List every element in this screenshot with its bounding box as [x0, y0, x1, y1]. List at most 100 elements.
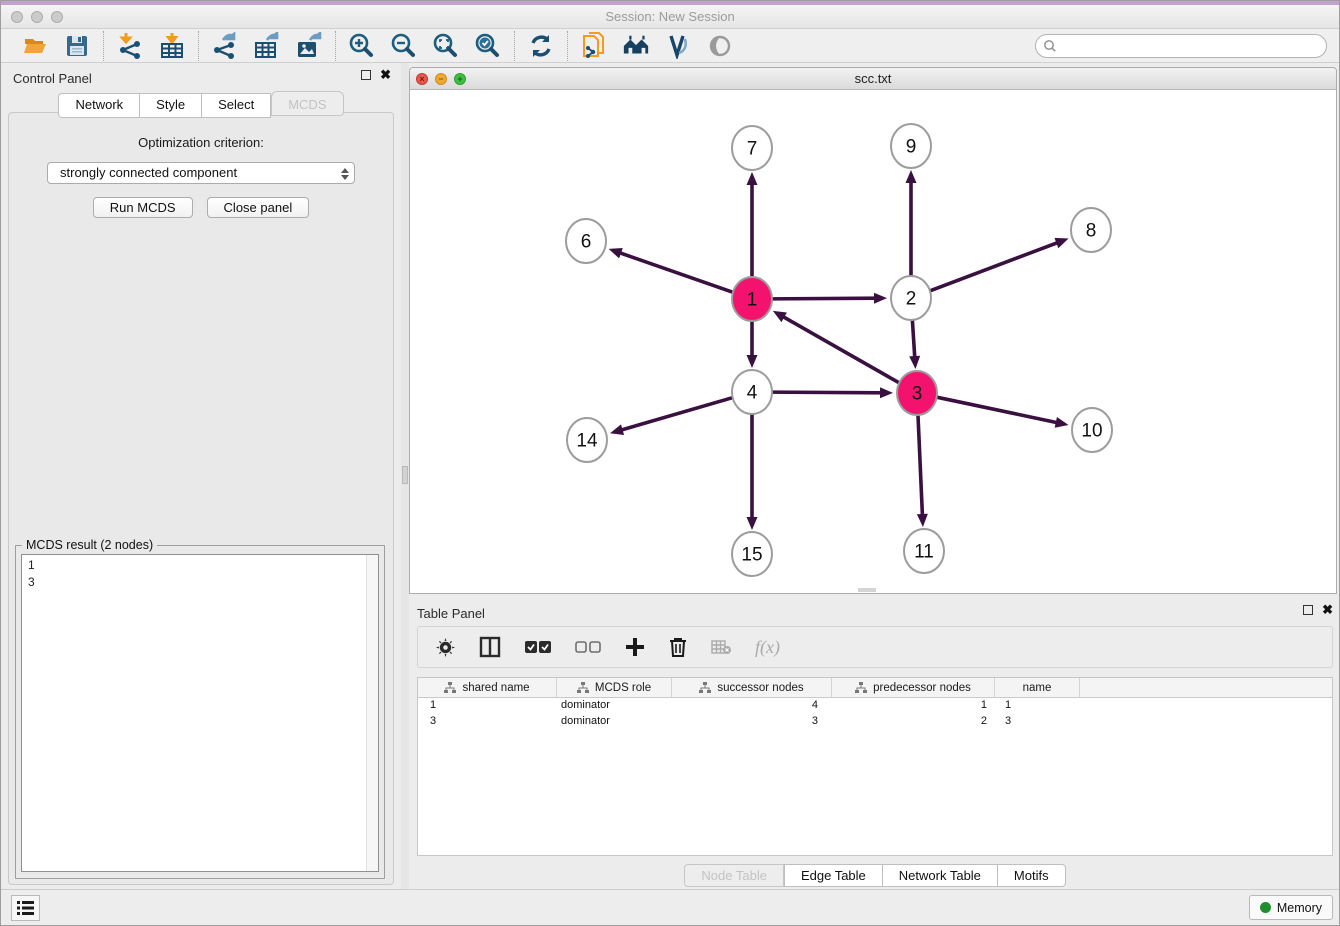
cytoscape-home-icon[interactable] — [622, 32, 650, 60]
tab-node-table[interactable]: Node Table — [684, 864, 784, 887]
split-view-icon[interactable] — [479, 636, 501, 658]
node-label-7: 7 — [747, 139, 758, 160]
network-canvas[interactable]: 7 9 6 8 1 2 4 3 14 10 15 11 — [410, 90, 1336, 593]
node-label-3: 3 — [912, 384, 923, 405]
session-title: Session: New Session — [1, 9, 1339, 24]
zoom-in-icon[interactable] — [348, 32, 376, 60]
function-builder-icon[interactable]: f(x) — [755, 637, 780, 658]
import-network-icon[interactable] — [116, 32, 144, 60]
network-view-window: × − + scc.txt 7 9 6 8 1 2 4 3 14 10 15 11 — [409, 67, 1337, 594]
apply-layout-icon[interactable] — [527, 32, 555, 60]
tab-motifs[interactable]: Motifs — [997, 864, 1066, 887]
column-header-mcds-role[interactable]: MCDS role — [557, 678, 672, 697]
table-panel-title: Table Panel — [417, 606, 485, 621]
deselect-all-columns-icon[interactable] — [575, 640, 601, 654]
edge-3-11[interactable] — [918, 412, 923, 517]
table-row[interactable]: 3 dominator 3 2 3 — [418, 714, 1332, 730]
column-header-name[interactable]: name — [995, 678, 1080, 697]
canvas-scroll-hint[interactable] — [858, 588, 876, 592]
edge-1-2[interactable] — [771, 298, 877, 299]
delete-columns-icon[interactable] — [669, 637, 687, 657]
edge-1-6[interactable] — [618, 252, 734, 293]
node-4[interactable]: 4 — [732, 370, 772, 414]
float-panel-icon[interactable] — [361, 70, 371, 80]
network-titlebar[interactable]: × − + scc.txt — [410, 68, 1336, 90]
node-2[interactable]: 2 — [891, 276, 931, 320]
mcds-result-group: MCDS result (2 nodes) 1 3 — [15, 545, 385, 879]
edge-arrow-3-10 — [1055, 417, 1069, 428]
edge-4-14[interactable] — [620, 397, 734, 430]
open-session-icon[interactable] — [21, 32, 49, 60]
node-6[interactable]: 6 — [566, 219, 606, 263]
table-header-row: shared name MCDS role successor nodes pr… — [418, 678, 1332, 698]
zoom-fit-icon[interactable] — [432, 32, 460, 60]
edge-arrow-4-15 — [747, 517, 758, 530]
column-header-successor-nodes[interactable]: successor nodes — [672, 678, 832, 697]
export-image-icon[interactable] — [295, 32, 323, 60]
node-label-15: 15 — [741, 545, 762, 566]
search-input[interactable] — [1035, 34, 1327, 58]
zoom-selected-icon[interactable] — [474, 32, 502, 60]
tab-network-table[interactable]: Network Table — [882, 864, 997, 887]
mcds-result-box[interactable]: 1 3 — [21, 554, 379, 872]
clear-table-icon[interactable] — [711, 639, 731, 655]
table-toolbar: f(x) — [417, 626, 1333, 668]
save-session-icon[interactable] — [63, 32, 91, 60]
select-all-columns-icon[interactable] — [525, 640, 551, 654]
float-table-panel-icon[interactable] — [1303, 605, 1313, 615]
node-label-11: 11 — [914, 542, 934, 563]
show-panels-button[interactable] — [11, 895, 40, 921]
memory-status-icon — [1260, 902, 1271, 913]
export-to-cyndex-icon[interactable] — [580, 32, 608, 60]
node-3[interactable]: 3 — [897, 371, 937, 415]
close-panel-icon[interactable]: ✖ — [380, 70, 391, 80]
node-10[interactable]: 10 — [1072, 408, 1112, 452]
node-label-4: 4 — [747, 383, 758, 404]
column-header-shared-name[interactable]: shared name — [418, 678, 557, 697]
table-row[interactable]: 1 dominator 4 1 1 — [418, 698, 1332, 714]
status-bar: Memory — [1, 889, 1339, 925]
add-column-icon[interactable] — [625, 637, 645, 657]
edge-arrow-1-2 — [874, 293, 887, 304]
criterion-dropdown[interactable]: strongly connected component — [47, 162, 355, 184]
hide-graphics-icon[interactable] — [706, 32, 734, 60]
node-15[interactable]: 15 — [732, 532, 772, 576]
toggle-graphics-details-icon[interactable] — [664, 32, 692, 60]
network-graph: 7 9 6 8 1 2 4 3 14 10 15 11 — [410, 90, 1336, 593]
edge-arrow-1-7 — [747, 172, 758, 185]
export-network-icon[interactable] — [211, 32, 239, 60]
run-mcds-button[interactable]: Run MCDS — [93, 197, 193, 218]
node-11[interactable]: 11 — [904, 529, 944, 573]
tree-icon — [855, 682, 867, 693]
export-table-icon[interactable] — [253, 32, 281, 60]
node-1[interactable]: 1 — [732, 277, 772, 321]
list-icon — [17, 901, 34, 915]
node-8[interactable]: 8 — [1071, 208, 1111, 252]
memory-button[interactable]: Memory — [1249, 895, 1333, 920]
divider-handle[interactable] — [402, 466, 408, 484]
node-label-9: 9 — [906, 137, 917, 158]
close-table-panel-icon[interactable]: ✖ — [1322, 605, 1333, 615]
tab-edge-table[interactable]: Edge Table — [784, 864, 882, 887]
zoom-out-icon[interactable] — [390, 32, 418, 60]
table-settings-icon[interactable] — [436, 638, 455, 657]
edge-3-10[interactable] — [936, 397, 1059, 423]
node-7[interactable]: 7 — [732, 126, 772, 170]
edge-4-3[interactable] — [771, 392, 883, 393]
tab-mcds[interactable]: MCDS — [271, 91, 343, 116]
tab-select[interactable]: Select — [201, 93, 271, 118]
edge-2-3[interactable] — [912, 317, 915, 359]
close-panel-button[interactable]: Close panel — [207, 197, 310, 218]
edge-arrow-2-9 — [906, 170, 917, 183]
column-header-predecessor-nodes[interactable]: predecessor nodes — [832, 678, 995, 697]
tab-style[interactable]: Style — [139, 93, 201, 118]
node-14[interactable]: 14 — [567, 418, 607, 462]
tab-network[interactable]: Network — [58, 93, 139, 118]
dropdown-stepper-icon — [339, 166, 350, 181]
edge-3-1[interactable] — [782, 316, 901, 384]
result-scrollbar[interactable] — [366, 555, 378, 871]
node-9[interactable]: 9 — [891, 124, 931, 168]
edge-2-8[interactable] — [929, 242, 1059, 291]
titlebar: Session: New Session — [1, 5, 1339, 29]
import-table-icon[interactable] — [158, 32, 186, 60]
